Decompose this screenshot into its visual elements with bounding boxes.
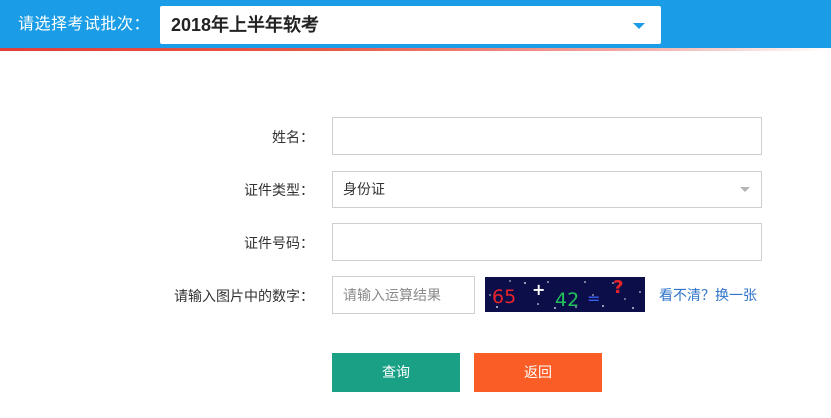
name-input[interactable] bbox=[332, 117, 762, 155]
id-type-select[interactable]: 身份证 bbox=[332, 171, 762, 208]
captcha-num2: 42 bbox=[555, 289, 579, 311]
triangle-down-icon bbox=[633, 23, 645, 29]
id-number-input[interactable] bbox=[332, 223, 762, 261]
captcha-question: ? bbox=[613, 277, 623, 298]
top-bar: 请选择考试批次： 2018年上半年软考 bbox=[0, 0, 831, 48]
id-type-label: 证件类型： bbox=[244, 182, 314, 198]
header-divider bbox=[0, 48, 831, 51]
captcha-operator: + bbox=[532, 280, 545, 299]
captcha-label: 请输入图片中的数字： bbox=[174, 288, 314, 304]
refresh-captcha-link[interactable]: 看不清？换一张 bbox=[659, 285, 757, 305]
batch-label: 请选择考试批次： bbox=[18, 16, 151, 33]
captcha-image[interactable]: 65 + 42 = ? bbox=[485, 277, 645, 312]
back-button[interactable]: 返回 bbox=[474, 353, 602, 392]
id-type-value: 身份证 bbox=[343, 181, 385, 197]
batch-select[interactable]: 2018年上半年软考 bbox=[160, 6, 661, 44]
batch-select-value: 2018年上半年软考 bbox=[171, 15, 320, 35]
id-number-label: 证件号码： bbox=[244, 235, 314, 251]
name-label: 姓名： bbox=[272, 129, 314, 145]
query-button[interactable]: 查询 bbox=[332, 353, 460, 392]
captcha-num1: 65 bbox=[492, 286, 516, 308]
captcha-equals: = bbox=[587, 289, 600, 308]
chevron-down-icon bbox=[740, 187, 750, 192]
captcha-input[interactable] bbox=[332, 276, 475, 314]
